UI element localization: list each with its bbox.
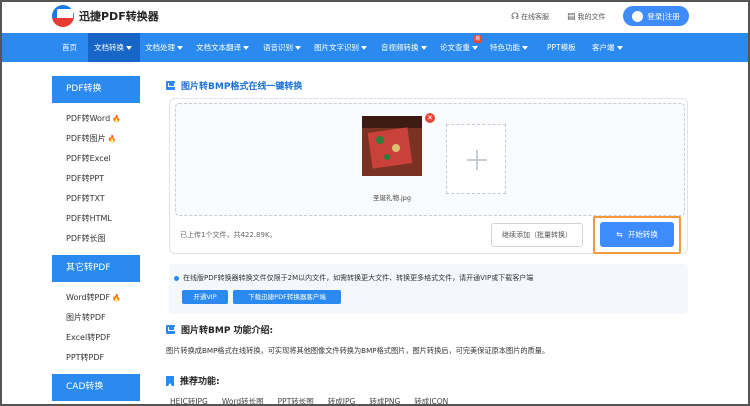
page-title-text: 图片转BMP格式在线一键转换 xyxy=(181,82,303,92)
nav-label: 文档文本翻译 xyxy=(196,43,241,52)
chevron-down-icon xyxy=(295,46,301,50)
chevron-down-icon xyxy=(177,46,183,50)
notice-label: 在线版PDF转换器转换文件仅限于2M以内文件，如需转换更大文件、转换更多格式文件… xyxy=(183,274,534,282)
bookmark-icon xyxy=(166,375,174,386)
recommend-item[interactable]: 转成ICON xyxy=(414,396,448,406)
sidebar-item-pdf-image[interactable]: PDF转图片 🔥 xyxy=(52,129,140,149)
nav-label: 语音识别 xyxy=(263,43,293,52)
support-label: 在线客服 xyxy=(521,13,549,21)
chevron-down-icon xyxy=(616,46,623,50)
fire-icon: 🔥 xyxy=(107,135,117,143)
sidebar: PDF转换 PDF转Word 🔥 PDF转图片 🔥 PDF转Excel PDF转PP… xyxy=(52,76,140,406)
recommend-heading-text: 推荐功能: xyxy=(180,377,220,387)
recommend-heading: 推荐功能: xyxy=(166,374,220,387)
nav-speech[interactable]: 语音识别 xyxy=(263,33,301,62)
fire-icon: 🔥 xyxy=(112,115,121,123)
chevron-down-icon xyxy=(243,46,249,50)
download-client-button[interactable]: 下载迅捷PDF转换器客户端 xyxy=(233,290,341,304)
sidebar-item-pdf-longimg[interactable]: PDF转长图 xyxy=(52,229,140,249)
sidebar-section-pdf[interactable]: PDF转换 xyxy=(52,76,140,103)
sidebar-item-pdf-excel[interactable]: PDF转Excel xyxy=(52,149,140,169)
bullet-icon xyxy=(174,275,179,281)
start-convert-label: 开始转换 xyxy=(627,230,658,239)
file-name: 圣诞礼物.jpg xyxy=(372,194,412,202)
chevron-down-icon xyxy=(361,46,367,50)
main-nav: 首页 文档转换 文档处理 文档文本翻译 语音识别 图片文字识别 音视频转换 论文… xyxy=(0,33,750,62)
nav-label: 文档处理 xyxy=(145,43,175,52)
nav-label: 音视频转换 xyxy=(381,43,419,52)
recommend-list: HEIC转JPG Word转长图 PPT转长图 转成JPG 转成PNG 转成IC… xyxy=(170,396,462,406)
chevron-down-icon xyxy=(472,46,478,50)
nav-home[interactable]: 首页 xyxy=(52,33,88,62)
open-vip-button[interactable]: 开通VIP xyxy=(182,290,228,304)
sidebar-item-word-pdf[interactable]: Word转PDF 🔥 xyxy=(52,288,140,308)
sidebar-item-pdf-ppt[interactable]: PDF转PPT xyxy=(52,169,140,189)
nav-ocr[interactable]: 图片文字识别 xyxy=(314,33,367,62)
nav-av-convert[interactable]: 音视频转换 xyxy=(381,33,427,62)
intro-heading-text: 图片转BMP 功能介绍: xyxy=(181,326,274,336)
headset-icon: ☊ xyxy=(511,12,519,22)
notice-panel xyxy=(169,264,688,314)
sidebar-item-excel-pdf[interactable]: Excel转PDF xyxy=(52,328,140,348)
sidebar-item-label: PDF转Word xyxy=(66,114,111,123)
recommend-item[interactable]: HEIC转JPG xyxy=(170,396,208,406)
document-icon: ▤ xyxy=(567,12,576,22)
sidebar-section-other[interactable]: 其它转PDF xyxy=(52,255,140,282)
site-header: 迅捷PDF转换器 ☊ 在线客服 ▤ 我的文件 登录|注册 xyxy=(0,0,750,33)
fire-icon: 🔥 xyxy=(112,294,121,302)
nav-ppt-template[interactable]: PPT模板 xyxy=(547,33,576,62)
sidebar-item-pdf-word[interactable]: PDF转Word 🔥 xyxy=(52,109,140,129)
swap-icon: ⇆ xyxy=(616,230,623,239)
notice-text: 在线版PDF转换器转换文件仅限于2M以内文件，如需转换更大文件、转换更多格式文件… xyxy=(174,273,533,283)
sidebar-item-label: PDF转图片 xyxy=(66,134,106,143)
nav-client[interactable]: 客户端 xyxy=(592,33,623,62)
nav-translate[interactable]: 文档文本翻译 xyxy=(196,33,249,62)
continue-add-button[interactable]: 继续添加（批量转换） xyxy=(491,223,583,247)
recommend-item[interactable]: Word转长图 xyxy=(222,396,264,406)
login-label: 登录|注册 xyxy=(647,11,680,21)
image-icon xyxy=(166,81,175,90)
nav-doc-process[interactable]: 文档处理 xyxy=(145,33,183,62)
nav-doc-convert[interactable]: 文档转换 xyxy=(88,33,140,62)
new-badge: 新 xyxy=(474,35,482,43)
support-link[interactable]: ☊ 在线客服 xyxy=(511,12,549,22)
chevron-down-icon xyxy=(522,46,528,50)
nav-features[interactable]: 特色功能 xyxy=(490,33,528,62)
intro-text: 图片转换成BMP格式在线转换，可实现将其他图像文件转换为BMP格式图片，图片转换… xyxy=(166,346,550,355)
upload-summary: 已上传1个文件，共422.89K。 xyxy=(180,231,277,239)
my-docs-link[interactable]: ▤ 我的文件 xyxy=(567,12,606,22)
image-icon xyxy=(166,325,175,334)
nav-label: 特色功能 xyxy=(490,43,520,52)
recommend-item[interactable]: 转成JPG xyxy=(328,396,356,406)
intro-heading: 图片转BMP 功能介绍: xyxy=(166,323,273,336)
chevron-down-icon xyxy=(420,46,427,50)
nav-label: 图片文字识别 xyxy=(314,43,359,52)
sidebar-item-pdf-txt[interactable]: PDF转TXT xyxy=(52,189,140,209)
login-button[interactable]: 登录|注册 xyxy=(623,6,689,26)
nav-paper-check[interactable]: 论文查重 xyxy=(440,33,478,62)
remove-file-icon[interactable]: ✕ xyxy=(425,113,435,123)
start-convert-button[interactable]: ⇆ 开始转换 xyxy=(600,222,674,247)
logo-icon xyxy=(52,5,74,27)
nav-label: 论文查重 xyxy=(440,43,470,52)
file-thumbnail xyxy=(362,116,422,176)
sidebar-item-pdf-html[interactable]: PDF转HTML xyxy=(52,209,140,229)
nav-label: 文档转换 xyxy=(94,43,124,52)
sidebar-item-ppt-pdf[interactable]: PPT转PDF xyxy=(52,348,140,368)
recommend-item[interactable]: 转成PNG xyxy=(369,396,400,406)
sidebar-section-cad[interactable]: CAD转换 xyxy=(52,374,140,401)
site-logo[interactable]: 迅捷PDF转换器 xyxy=(52,5,159,27)
add-file-button[interactable] xyxy=(446,124,506,194)
sidebar-item-image-pdf[interactable]: 图片转PDF xyxy=(52,308,140,328)
page-title: 图片转BMP格式在线一键转换 xyxy=(166,79,302,92)
chevron-down-icon xyxy=(126,46,132,50)
nav-label: 客户端 xyxy=(592,43,615,52)
sidebar-item-label: Word转PDF xyxy=(66,293,111,302)
logo-text: 迅捷PDF转换器 xyxy=(79,10,159,23)
user-icon xyxy=(632,10,644,22)
recommend-item[interactable]: PPT转长图 xyxy=(278,396,314,406)
my-docs-label: 我的文件 xyxy=(577,13,606,21)
